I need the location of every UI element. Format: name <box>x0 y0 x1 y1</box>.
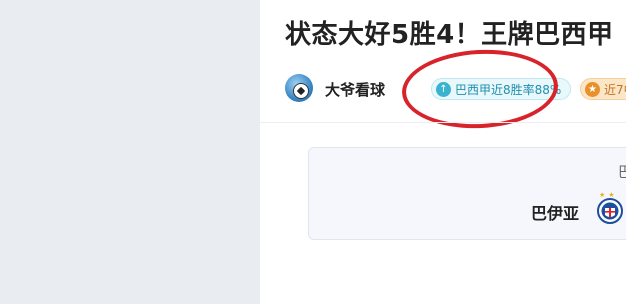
match-card[interactable]: 巴 巴伊亚 ★★ <box>308 147 626 240</box>
author-avatar[interactable] <box>285 74 313 102</box>
author-name[interactable]: 大爷看球 <box>325 79 385 100</box>
league-name: 巴 <box>618 165 626 181</box>
soccer-ball-icon <box>293 83 309 99</box>
left-sidebar-panel <box>0 0 260 304</box>
home-team-name: 巴伊亚 <box>531 204 580 223</box>
article-panel: 状态大好5胜4！王牌巴西甲 大爷看球 ↑ 巴西甲近8胜率88% ★ 近7中6 巴… <box>260 0 626 304</box>
tag-recent-record[interactable]: ★ 近7中6 <box>580 78 626 100</box>
red-highlight-circle <box>400 45 560 133</box>
divider <box>260 122 626 123</box>
article-title[interactable]: 状态大好5胜4！王牌巴西甲 <box>285 14 614 51</box>
tag-recent-record-label: 近7中6 <box>604 82 626 97</box>
star-icon: ★ <box>585 81 600 97</box>
team-crest-icon <box>597 198 623 224</box>
